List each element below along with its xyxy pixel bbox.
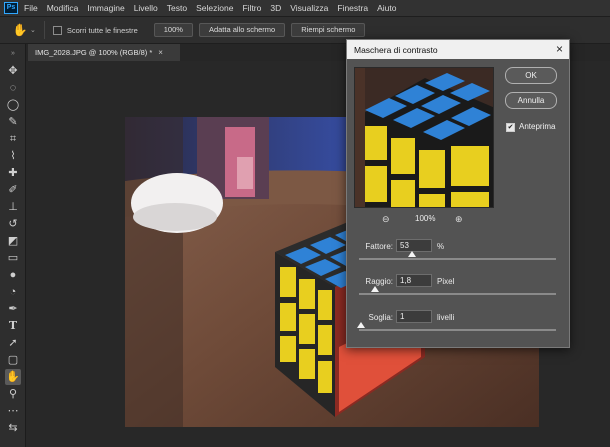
document-tab-title: IMG_2028.JPG @ 100% (RGB/8) *: [35, 48, 153, 57]
menu-immagine[interactable]: Immagine: [87, 3, 124, 13]
preview-checkbox[interactable]: ✔: [506, 123, 515, 132]
amount-unit: %: [437, 242, 445, 251]
history-brush-icon[interactable]: ↺: [5, 216, 21, 232]
fill-screen-button[interactable]: Riempi schermo: [291, 23, 366, 37]
radius-slider[interactable]: [359, 286, 556, 295]
dialog-title: Maschera di contrasto: [354, 44, 438, 55]
menu-livello[interactable]: Livello: [134, 3, 158, 13]
zoom-100-button[interactable]: 100%: [153, 23, 193, 37]
menu-testo[interactable]: Testo: [167, 3, 187, 13]
collapse-panel-icon[interactable]: »: [5, 46, 21, 62]
threshold-slider[interactable]: [356, 322, 556, 331]
chevron-down-icon[interactable]: ⌄: [30, 26, 36, 34]
menu-finestra[interactable]: Finestra: [337, 3, 368, 13]
ok-button[interactable]: OK: [505, 67, 557, 84]
radius-slider-thumb[interactable]: [370, 286, 379, 292]
scroll-all-label: Scorri tutte le finestre: [66, 25, 138, 35]
threshold-input[interactable]: 1: [396, 310, 432, 323]
radius-unit: Pixel: [437, 277, 455, 286]
amount-slider-thumb[interactable]: [408, 251, 417, 257]
path-selection-icon[interactable]: ➚: [5, 335, 21, 351]
zoom-value: 100%: [415, 214, 436, 223]
move-icon[interactable]: ✥: [5, 63, 21, 79]
threshold-slider-thumb[interactable]: [356, 322, 365, 328]
tools-panel: » ✥ ◌ ◯ ✎ ⌗ ⌇ ✚ ✐ ⊥ ↺ ◩ ▭ ● ◔ ✒ T ➚ ▢ ✋ …: [0, 44, 26, 447]
marquee-icon[interactable]: ◌: [5, 80, 21, 96]
gradient-icon[interactable]: ▭: [5, 250, 21, 266]
menu-file[interactable]: File: [24, 3, 38, 13]
zoom-icon[interactable]: ⚲: [5, 386, 21, 402]
blur-icon[interactable]: ●: [5, 267, 21, 283]
fit-screen-button[interactable]: Adatta allo schermo: [198, 23, 286, 37]
zoom-out-icon[interactable]: ⊖: [382, 214, 390, 225]
pen-icon[interactable]: ✒: [5, 301, 21, 317]
scroll-all-checkbox[interactable]: [52, 25, 62, 35]
preview-image[interactable]: [354, 67, 494, 208]
dialog-title-bar[interactable]: Maschera di contrasto ×: [347, 40, 569, 59]
amount-label: Fattore:: [365, 242, 393, 251]
preview-illustration: [355, 68, 493, 207]
swap-colors-icon[interactable]: ⇆: [5, 420, 21, 436]
close-icon[interactable]: ×: [158, 48, 163, 57]
quick-selection-icon[interactable]: ✎: [5, 114, 21, 130]
menu-aiuto[interactable]: Aiuto: [377, 3, 396, 13]
zoom-in-icon[interactable]: ⊕: [455, 214, 463, 225]
healing-icon[interactable]: ✚: [5, 165, 21, 181]
hand-tool-icon[interactable]: ✋: [5, 369, 21, 385]
more-icon[interactable]: ⋯: [5, 403, 21, 419]
threshold-unit: livelli: [437, 313, 455, 322]
divider: [43, 21, 45, 39]
stamp-icon[interactable]: ⊥: [5, 199, 21, 215]
threshold-label: Soglia:: [368, 313, 393, 322]
eyedropper-icon[interactable]: ⌇: [5, 148, 21, 164]
unsharp-mask-dialog: Maschera di contrasto × OK Annulla ✔ Ant…: [346, 39, 570, 348]
cancel-button[interactable]: Annulla: [505, 92, 557, 109]
radius-input[interactable]: 1,8: [396, 274, 432, 287]
zoom-controls: ⊖ 100% ⊕: [377, 214, 477, 226]
menu-bar: Ps File Modifica Immagine Livello Testo …: [0, 0, 610, 16]
hand-icon[interactable]: ✋: [12, 22, 28, 38]
type-icon[interactable]: T: [5, 318, 21, 334]
menu-filtro[interactable]: Filtro: [242, 3, 261, 13]
menu-3d[interactable]: 3D: [270, 3, 281, 13]
menu-modifica[interactable]: Modifica: [47, 3, 79, 13]
menu-visualizza[interactable]: Visualizza: [290, 3, 328, 13]
amount-slider[interactable]: [359, 251, 556, 260]
eraser-icon[interactable]: ◩: [5, 233, 21, 249]
rectangle-icon[interactable]: ▢: [5, 352, 21, 368]
radius-label: Raggio:: [365, 277, 393, 286]
menu-selezione[interactable]: Selezione: [196, 3, 233, 13]
crop-icon[interactable]: ⌗: [5, 131, 21, 147]
dodge-icon[interactable]: ◔: [5, 284, 21, 300]
photoshop-logo[interactable]: Ps: [4, 2, 18, 14]
brush-icon[interactable]: ✐: [5, 182, 21, 198]
lasso-icon[interactable]: ◯: [5, 97, 21, 113]
document-tab[interactable]: IMG_2028.JPG @ 100% (RGB/8) * ×: [28, 44, 180, 61]
preview-label: Anteprima: [519, 122, 556, 131]
close-icon[interactable]: ×: [556, 42, 563, 56]
